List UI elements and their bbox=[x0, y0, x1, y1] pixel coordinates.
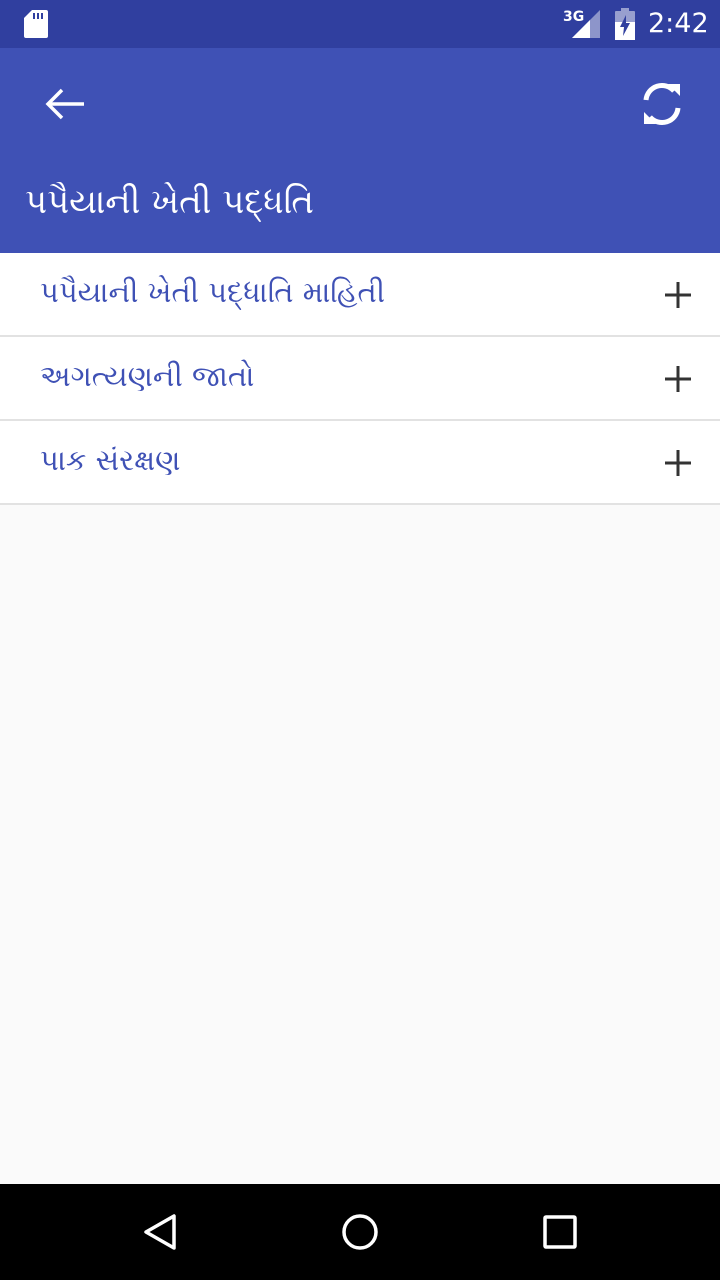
list-item-label: પપૈયાની ખેતી પદ્ધાતિ માહિતી bbox=[40, 275, 386, 309]
signal-icon bbox=[572, 10, 600, 38]
plus-icon[interactable] bbox=[662, 363, 694, 395]
status-bar: 3G 2:42 bbox=[0, 0, 720, 48]
plus-icon[interactable] bbox=[662, 447, 694, 479]
list-item[interactable]: પપૈયાની ખેતી પદ્ધાતિ માહિતી bbox=[0, 253, 720, 337]
arrow-back-icon bbox=[45, 88, 84, 120]
nav-recent-apps-icon[interactable] bbox=[536, 1208, 584, 1256]
navigation-bar bbox=[0, 1184, 720, 1280]
refresh-button[interactable] bbox=[632, 76, 692, 132]
list-item[interactable]: અગત્યણની જાતો bbox=[0, 337, 720, 421]
list-item-label: અગત્યણની જાતો bbox=[40, 359, 255, 393]
sd-card-icon bbox=[24, 10, 48, 38]
back-button[interactable] bbox=[36, 80, 96, 128]
topic-list: પપૈયાની ખેતી પદ્ધાતિ માહિતી અગત્યણની જાત… bbox=[0, 253, 720, 505]
refresh-icon bbox=[643, 83, 681, 125]
list-item-label: પાક સંરક્ષણ bbox=[40, 443, 181, 477]
battery-charging-icon bbox=[615, 8, 635, 40]
clock-time: 2:42 bbox=[648, 8, 709, 39]
list-item[interactable]: પાક સંરક્ષણ bbox=[0, 421, 720, 505]
nav-home-icon[interactable] bbox=[336, 1208, 384, 1256]
page-title: પપૈયાની ખેતી પદ્ધતિ bbox=[25, 182, 314, 222]
app-bar: પપૈયાની ખેતી પદ્ધતિ bbox=[0, 48, 720, 253]
nav-back-icon[interactable] bbox=[136, 1208, 184, 1256]
plus-icon[interactable] bbox=[662, 279, 694, 311]
